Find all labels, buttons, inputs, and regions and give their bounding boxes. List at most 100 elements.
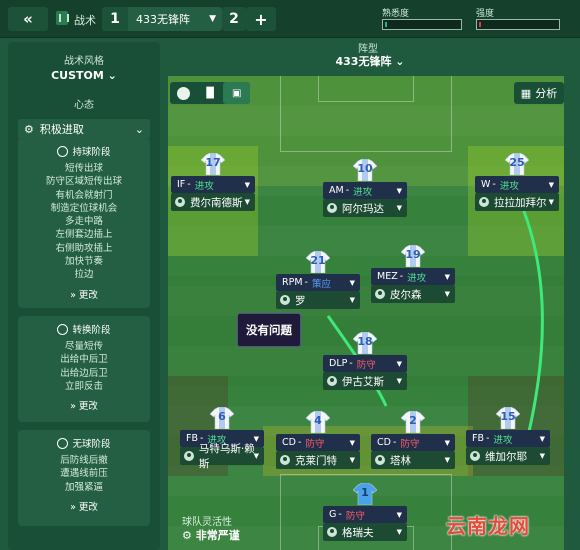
duty-label: 防守 — [356, 359, 376, 371]
mentality-value: 积极进取 — [39, 123, 84, 136]
mentality-icon: ⚙ — [24, 122, 34, 136]
player-selector[interactable]: 阿尔玛达 ▼ — [323, 199, 407, 217]
shirt-icon: 10 — [352, 158, 378, 182]
chevrons-right-icon: » — [70, 501, 76, 513]
duty-label: 进攻 — [194, 180, 214, 192]
player-name: 伊古艾斯 — [342, 375, 384, 388]
player-selector[interactable]: 塔林 ▼ — [371, 451, 455, 469]
duty-label: 进攻 — [499, 180, 519, 192]
add-tactic-button[interactable]: + — [246, 7, 276, 31]
role-selector[interactable]: RPM - 策应 ▼ — [276, 274, 360, 291]
stats-view-button[interactable]: ▐▌ — [197, 82, 224, 104]
player-selector[interactable]: 拉拉加拜尔 ▼ — [475, 193, 559, 211]
shirt-number: 19 — [405, 248, 421, 261]
dropdown-icon: ▼ — [444, 290, 450, 298]
player-selector[interactable]: 伊古艾斯 ▼ — [323, 372, 407, 390]
role-selector[interactable]: MEZ - 进攻 ▼ — [371, 268, 455, 285]
role-selector[interactable]: DLP - 防守 ▼ — [323, 355, 407, 372]
role-dash: - — [485, 433, 490, 444]
player-name: 罗 — [295, 294, 306, 307]
role-selector[interactable]: CD - 防守 ▼ — [371, 434, 455, 451]
role-code: CD — [282, 437, 296, 448]
dropdown-icon: ▼ — [396, 204, 402, 212]
duty-label: 进攻 — [407, 272, 427, 284]
formation-selector[interactable]: 433无锋阵 ⌄ — [310, 53, 430, 69]
transition-panel: 转换阶段 尽量短传 出给中后卫 出给边后卫 立即反击 » 更改 — [18, 316, 150, 422]
player-selector[interactable]: 维加尔耶 ▼ — [466, 447, 550, 465]
role-dash: - — [297, 437, 302, 448]
dropdown-icon: ▼ — [539, 434, 545, 443]
dropdown-icon: ▼ — [396, 528, 402, 536]
role-code: IF — [177, 179, 186, 190]
dropdown-icon: ▼ — [548, 180, 554, 189]
player-selector[interactable]: 费尔南德斯 ▼ — [171, 193, 255, 211]
back-button[interactable]: « — [8, 7, 48, 31]
role-dash: - — [392, 437, 397, 448]
analysis-button[interactable]: ▦ 分析 — [514, 82, 564, 104]
shirt-number: 15 — [500, 410, 516, 423]
in-possession-panel: 持球阶段 短传出球 防守区域短传出球 有机会就射门 制造定位球机会 多走中路 左侧套边插上… — [18, 138, 150, 308]
tab-number: 1 — [102, 7, 128, 31]
dropdown-icon: ▼ — [349, 296, 355, 304]
role-code: DLP — [329, 358, 348, 369]
player-view-button[interactable] — [170, 82, 197, 104]
chevron-down-icon: ⌄ — [107, 69, 117, 82]
role-selector[interactable]: AM - 进攻 ▼ — [323, 182, 407, 199]
instruction-item: 左侧套边插上 — [55, 229, 113, 241]
dropdown-icon: ▼ — [253, 452, 259, 460]
instruction-item: 尽量短传 — [64, 341, 103, 352]
shirt-icon: 4 — [305, 410, 331, 434]
role-selector[interactable]: W - 进攻 ▼ — [475, 176, 559, 193]
player-selector[interactable]: 皮尔森 ▼ — [371, 285, 455, 303]
shirt-number: 21 — [310, 254, 326, 267]
dropdown-icon: ▼ — [444, 438, 450, 447]
shirt-icon: 17 — [200, 152, 226, 176]
person-icon — [280, 455, 290, 465]
user-icon — [176, 86, 190, 100]
change-button[interactable]: » 更改 — [18, 499, 150, 513]
change-button[interactable]: » 更改 — [18, 398, 150, 412]
role-dash: - — [304, 277, 308, 288]
player-selector[interactable]: 克莱门特 ▼ — [276, 451, 360, 469]
change-button[interactable]: » 更改 — [18, 287, 150, 301]
player-selector[interactable]: 罗 ▼ — [276, 291, 360, 309]
role-code: W — [481, 179, 491, 190]
no-ball-icon — [57, 437, 69, 449]
shirt-icon: 21 — [305, 250, 331, 274]
shirt-icon: 18 — [352, 331, 378, 355]
familiarity-fill — [385, 22, 388, 27]
tactic-tab-2[interactable]: 2 — [222, 7, 246, 31]
role-code: RPM — [282, 277, 303, 288]
familiarity-label: 熟悉度 — [382, 9, 410, 19]
role-selector[interactable]: FB - 进攻 ▼ — [466, 430, 550, 447]
role-selector[interactable]: CD - 防守 ▼ — [276, 434, 360, 451]
pitch — [168, 76, 564, 550]
tactics-view-button[interactable]: ▣ — [223, 82, 251, 104]
duty-label: 进攻 — [353, 186, 373, 198]
shirt-number: 25 — [509, 156, 525, 169]
tactic-tab-1[interactable]: 1 433无锋阵 ▼ — [102, 7, 222, 31]
role-code: MEZ — [377, 271, 398, 282]
panel-title: 持球阶段 — [72, 147, 111, 158]
player-selector[interactable]: 马特乌斯·赖斯 ▼ — [180, 443, 264, 470]
instruction-item: 制造定位球机会 — [50, 202, 118, 214]
player-name: 塔林 — [390, 454, 411, 467]
player-name: 皮尔森 — [390, 288, 422, 301]
role-code: G — [329, 509, 337, 520]
role-code: FB — [472, 433, 484, 444]
role-selector[interactable]: IF - 进攻 ▼ — [171, 176, 255, 193]
duty-label: 策应 — [311, 278, 331, 290]
shirt-number: 17 — [205, 156, 221, 169]
mentality-dropdown[interactable]: ⚙ 积极进取 ⌄ — [18, 119, 150, 139]
shirt-icon: 2 — [400, 410, 426, 434]
flexibility-label: 球队灵活性 — [182, 517, 232, 528]
style-selector[interactable]: CUSTOM ⌄ — [8, 69, 160, 82]
flexibility-value: ⚙ 非常严谨 — [182, 527, 240, 543]
player-selector[interactable]: 格瑞夫 ▼ — [323, 523, 407, 541]
top-bar: « 战术 1 433无锋阵 ▼ 2 + 熟悉度 强度 — [0, 0, 580, 38]
instruction-item: 右侧助攻插上 — [55, 242, 113, 254]
role-selector[interactable]: G - 防守 ▼ — [323, 506, 407, 523]
person-icon — [327, 527, 337, 537]
style-label: 战术风格 — [64, 56, 104, 67]
tactic-label: 战术 — [74, 14, 96, 27]
